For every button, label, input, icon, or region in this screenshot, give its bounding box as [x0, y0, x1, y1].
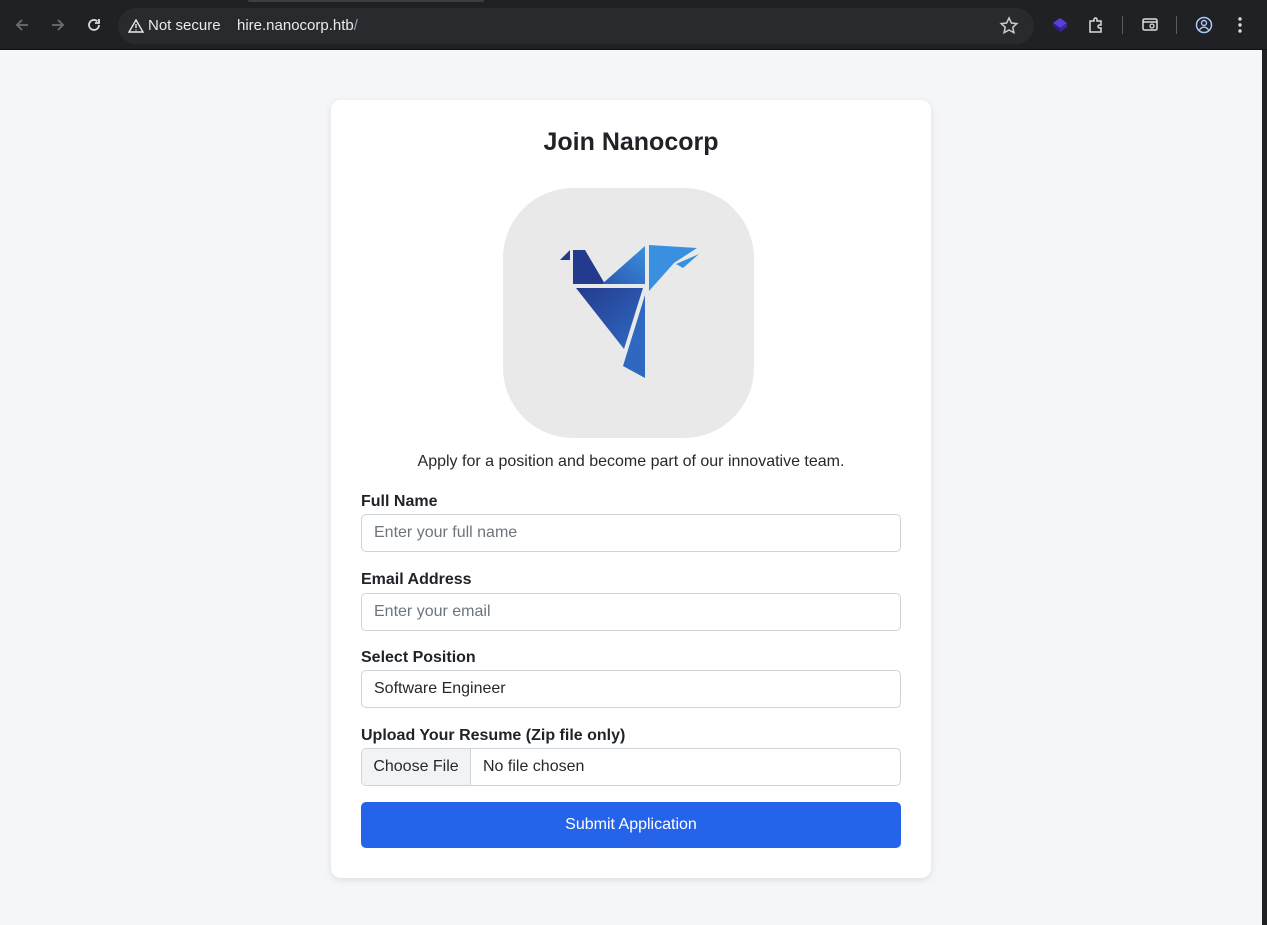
resume-file-input[interactable]: Choose File No file chosen [361, 748, 901, 786]
url-text[interactable]: hire.nanocorp.htb/ [237, 17, 358, 34]
toolbar-divider [1122, 16, 1123, 34]
full-name-label: Full Name [361, 493, 438, 510]
address-bar[interactable]: Not secure hire.nanocorp.htb/ [118, 8, 1034, 44]
page-title: Join Nanocorp [543, 128, 719, 156]
position-label: Select Position [361, 649, 476, 666]
reload-icon[interactable] [82, 13, 106, 37]
logo-container [503, 188, 754, 438]
page-subtitle: Apply for a position and become part of … [417, 453, 845, 470]
toolbar-divider [1176, 16, 1177, 34]
choose-file-button[interactable]: Choose File [362, 749, 471, 785]
back-arrow-icon[interactable] [10, 13, 34, 37]
tab-search-icon[interactable] [1138, 13, 1162, 37]
application-card: Join Nanocorp Apply for a position and b… [331, 100, 931, 878]
extension-cube-icon[interactable] [1048, 13, 1072, 37]
origami-bird-logo-icon [560, 245, 699, 378]
extensions-puzzle-icon[interactable] [1084, 13, 1108, 37]
security-chip[interactable]: Not secure [128, 17, 221, 34]
email-label: Email Address [361, 571, 472, 588]
position-selected-value: Software Engineer [374, 680, 506, 697]
window-edge [1262, 50, 1267, 925]
email-input[interactable] [361, 593, 901, 631]
full-name-input[interactable] [361, 514, 901, 552]
warning-icon [128, 18, 144, 33]
active-tab-edge [248, 0, 484, 2]
submit-application-button[interactable]: Submit Application [361, 802, 901, 848]
forward-arrow-icon[interactable] [46, 13, 70, 37]
profile-avatar-icon[interactable] [1192, 13, 1216, 37]
resume-label: Upload Your Resume (Zip file only) [361, 727, 626, 744]
url-path: / [353, 17, 358, 34]
url-host: hire.nanocorp.htb [237, 17, 354, 34]
file-status-text: No file chosen [483, 758, 585, 775]
more-menu-icon[interactable] [1228, 13, 1252, 37]
position-select[interactable]: Software Engineer [361, 670, 901, 708]
browser-toolbar: Not secure hire.nanocorp.htb/ [0, 0, 1267, 50]
security-label: Not secure [148, 17, 221, 34]
bookmark-star-icon[interactable] [998, 15, 1020, 37]
